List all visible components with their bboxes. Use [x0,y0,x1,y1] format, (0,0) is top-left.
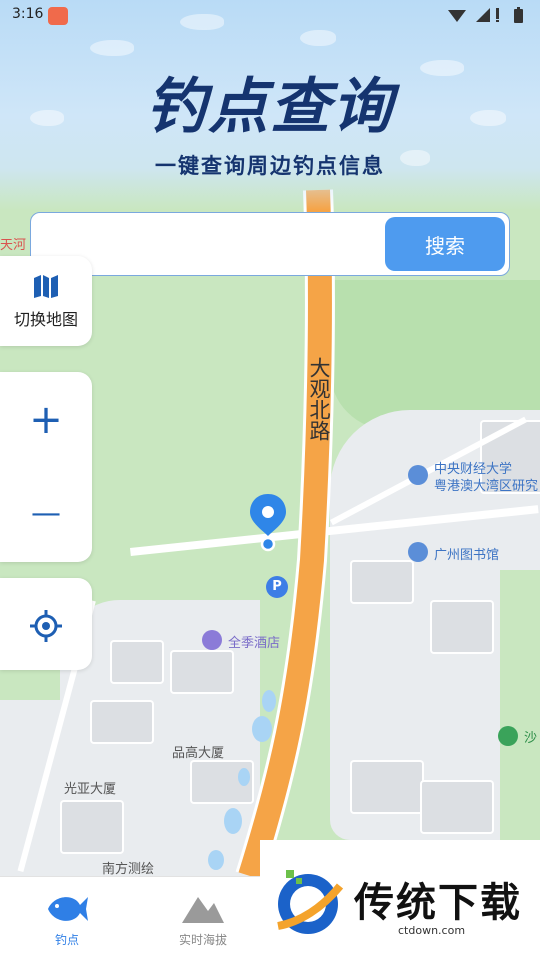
location-pin-icon[interactable] [248,492,288,556]
watermark-logo-icon [277,870,344,934]
fish-icon [48,897,88,921]
watermark-url: ctdown.com [398,924,466,937]
crosshair-icon [30,610,62,642]
status-icons [448,7,523,23]
building-label: 光亚大厦 [64,782,117,797]
header-banner: 3:16 钓点查询 一键查询周边钓点信息 [0,0,540,210]
poi-label[interactable]: 全季酒店 [228,632,280,651]
tab-realtime-altitude[interactable]: 实时海拔 [138,877,268,961]
app-notification-icon [48,7,68,25]
watermark: 传统下载 ctdown.com [260,840,540,960]
switch-map-label: 切换地图 [13,310,78,329]
status-time: 3:16 [12,6,44,22]
search-input[interactable] [39,221,403,269]
road-label: 大观北路 [307,357,331,441]
park-icon[interactable] [498,726,518,746]
switch-map-button[interactable]: 切换地图 [0,256,92,346]
locate-me-button[interactable] [0,578,92,670]
hotel-icon[interactable] [202,630,222,650]
zoom-controls: + — [0,372,92,562]
tab-label: 钓点 [54,933,79,947]
area-label: 天河 [0,238,27,253]
building-label: 品高大厦 [172,746,225,761]
library-icon[interactable] [408,542,428,562]
poi-label[interactable]: 广州图书馆 [434,544,499,563]
university-icon[interactable] [408,465,428,485]
building-label: 南方测绘 [102,862,155,876]
page-title: 钓点查询 [146,72,394,142]
page-subtitle: 一键查询周边钓点信息 [155,154,385,178]
poi-label: 沙 [524,731,538,746]
map-layers-icon [34,275,58,298]
tab-fishing-spots[interactable]: 钓点 [2,877,132,961]
poi-label[interactable]: 粤港澳大湾区研究 [434,475,538,494]
parking-icon[interactable]: P [266,576,288,598]
tab-label: 实时海拔 [178,933,227,947]
watermark-brand: 传统下载 [354,880,522,926]
mountain-icon [182,897,224,923]
zoom-in-button[interactable]: + [0,390,92,450]
search-button[interactable]: 搜索 [385,217,505,271]
search-bar: 搜索 [30,212,510,276]
zoom-out-button[interactable]: — [0,484,92,544]
